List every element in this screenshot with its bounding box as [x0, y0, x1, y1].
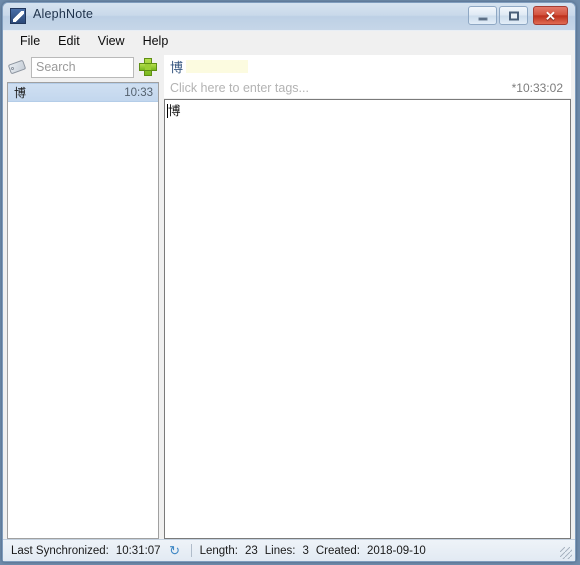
note-list-item[interactable]: 博 10:33 — [8, 83, 158, 102]
minimize-icon — [478, 17, 487, 20]
maximize-icon — [508, 11, 519, 20]
lines-label: Lines: — [264, 544, 296, 557]
title-bar: AlephNote ✕ — [3, 3, 575, 30]
last-synchronized-time: 10:31:07 — [115, 544, 161, 557]
close-icon: ✕ — [545, 8, 556, 23]
menu-item-view[interactable]: View — [89, 32, 134, 51]
note-title-selection-highlight — [186, 59, 249, 73]
application-window: AlephNote ✕ File Edit View Help Search 博… — [2, 2, 576, 562]
status-bar: Last Synchronized: 10:31:07 ↻ Length: 23… — [3, 539, 575, 561]
note-editor[interactable]: 博 — [164, 99, 571, 539]
window-title: AlephNote — [33, 7, 94, 21]
menu-item-file[interactable]: File — [11, 32, 49, 51]
note-body-text: 博 — [168, 103, 181, 118]
note-list-item-time: 10:33 — [124, 86, 153, 99]
resize-grip[interactable] — [560, 547, 572, 559]
created-value: 2018-09-10 — [366, 544, 426, 557]
note-tags-bar[interactable]: Click here to enter tags... *10:33:02 — [164, 77, 571, 98]
note-title-text: 博 — [170, 60, 184, 76]
menu-item-edit[interactable]: Edit — [49, 32, 89, 51]
alephnote-logo-icon — [10, 8, 26, 24]
note-list-item-title: 博 — [14, 86, 27, 100]
note-modified-timestamp: *10:33:02 — [511, 80, 563, 95]
maximize-button[interactable] — [499, 6, 528, 25]
tag-icon[interactable] — [7, 59, 27, 76]
search-input[interactable] — [32, 60, 133, 74]
length-value: 23 — [244, 544, 258, 557]
notes-sidebar: 博 10:33 — [7, 55, 159, 539]
last-synchronized-label: Last Synchronized: — [11, 544, 109, 557]
menu-bar: File Edit View Help — [3, 30, 575, 52]
search-box[interactable] — [31, 56, 134, 78]
main-content: 博 10:33 博 Click here to enter tags... *1… — [3, 52, 575, 539]
minimize-button[interactable] — [468, 6, 497, 25]
status-separator — [190, 544, 192, 557]
lines-value: 3 — [302, 544, 309, 557]
search-toolbar — [7, 55, 159, 79]
note-title-input[interactable]: 博 — [164, 55, 571, 77]
add-note-button[interactable] — [138, 57, 158, 77]
note-list[interactable]: 博 10:33 — [7, 82, 159, 539]
sync-icon[interactable]: ↻ — [168, 543, 182, 558]
menu-item-help[interactable]: Help — [134, 32, 178, 51]
length-label: Length: — [199, 544, 238, 557]
created-label: Created: — [315, 544, 360, 557]
close-button[interactable]: ✕ — [533, 6, 568, 25]
note-detail-pane: 博 Click here to enter tags... *10:33:02 … — [164, 55, 571, 539]
tags-placeholder: Click here to enter tags... — [170, 80, 309, 95]
